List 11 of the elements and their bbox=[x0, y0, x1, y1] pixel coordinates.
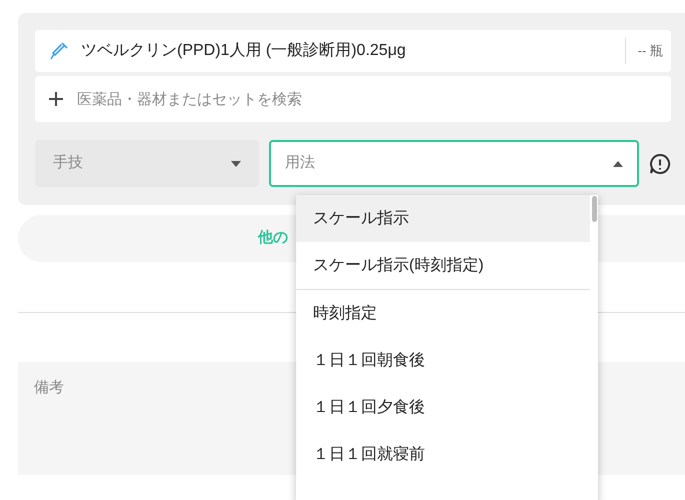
usage-select[interactable]: 用法 bbox=[269, 140, 639, 187]
remarks-placeholder: 備考 bbox=[34, 379, 64, 396]
usage-option[interactable]: スケール指示 bbox=[296, 195, 590, 242]
quantity-text: -- 瓶 bbox=[638, 42, 663, 60]
syringe-icon bbox=[49, 41, 69, 61]
alert-icon[interactable] bbox=[649, 152, 671, 174]
caret-down-icon bbox=[231, 160, 241, 166]
search-field[interactable]: 医薬品・器材またはセットを検索 bbox=[35, 76, 671, 122]
scrollbar-thumb[interactable] bbox=[592, 196, 597, 222]
drug-name: ツベルクリン(PPD)1人用 (一般診断用)0.25μg bbox=[81, 40, 406, 61]
plus-icon bbox=[49, 92, 63, 106]
